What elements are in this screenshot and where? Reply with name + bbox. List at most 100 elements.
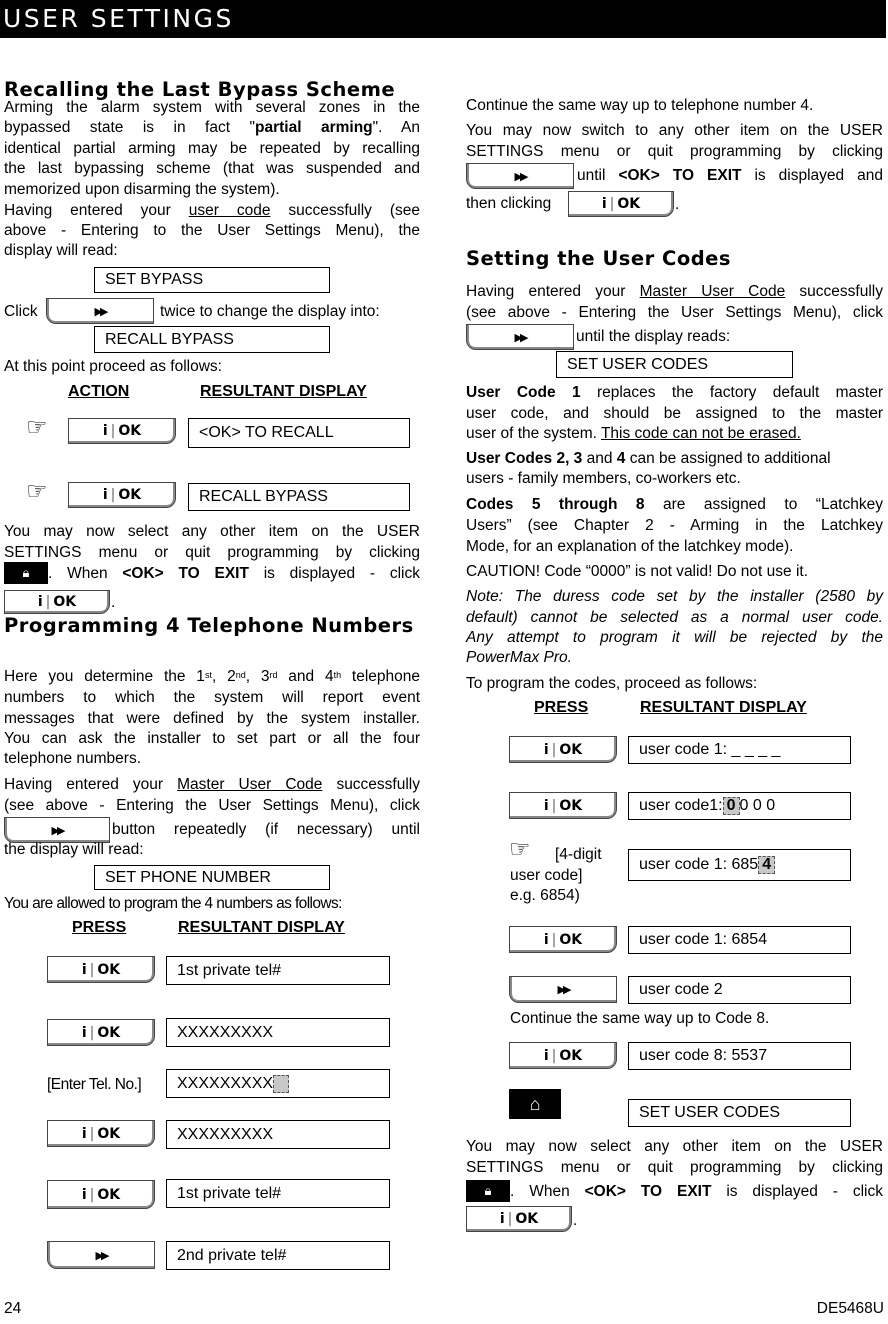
uc2-line: users - family members, co-workers etc.: [466, 470, 741, 487]
pointing-hand-icon: ☞: [509, 836, 531, 863]
note-line: PowerMax Pro.: [466, 649, 572, 666]
recall-exit-line: . When <OK> TO EXIT is displayed - click: [48, 565, 420, 582]
codes-para-line: (see above - Entering the User Settings …: [466, 304, 883, 321]
section-heading-phone: Programming 4 Telephone Numbers: [4, 614, 414, 637]
lcd-display: user code 1: 6854: [628, 849, 851, 881]
ok-button[interactable]: i | OK: [568, 191, 674, 217]
ok-button[interactable]: i | OK: [509, 792, 617, 819]
lcd-display: XXXXXXXXX: [166, 1120, 390, 1149]
fast-forward-icon: ▶▶: [94, 305, 109, 318]
lcd-display: XXXXXXXXX: [166, 1069, 390, 1098]
ok-button[interactable]: i | OK: [509, 1042, 617, 1069]
ok-button[interactable]: i | OK: [47, 1019, 155, 1046]
phone-para-line: Here you determine the 1st, 2nd, 3rd and…: [4, 668, 421, 685]
codes-para-line: Having entered your Master User Code suc…: [466, 283, 883, 300]
lcd-display: <OK> TO RECALL: [188, 418, 410, 448]
fast-forward-icon: ▶▶: [557, 984, 572, 996]
fast-forward-icon: ▶▶: [95, 1249, 110, 1262]
period: .: [675, 196, 680, 213]
column-header-press: PRESS: [72, 919, 127, 936]
info-ok-icon: i | OK: [601, 196, 641, 212]
next-button[interactable]: ▶▶: [509, 976, 617, 1003]
c5-line: Users” (see Chapter 2 - Arming in the La…: [466, 517, 883, 534]
home-icon: ⌂: [529, 1093, 541, 1114]
enter-tel-label: [Enter Tel. No.]: [47, 1076, 142, 1093]
codes-exit-line: . When <OK> TO EXIT is displayed - click: [510, 1183, 883, 1200]
page-title: USER SETTINGS: [3, 4, 234, 33]
right-para-line: until <OK> TO EXIT is displayed and: [577, 167, 884, 184]
lock-icon: 🔒︎: [22, 565, 30, 580]
info-ok-icon: i | OK: [102, 423, 142, 439]
phone-para-line: messages that were defined by the system…: [4, 710, 420, 727]
column-header-press: PRESS: [534, 699, 589, 716]
codes-para-line: until the display reads:: [576, 328, 731, 345]
lcd-display: 1st private tel#: [166, 1179, 390, 1208]
next-button[interactable]: ▶▶: [46, 298, 154, 324]
note-line: Note: The duress code set by the install…: [466, 588, 883, 605]
ok-button[interactable]: i | OK: [47, 956, 155, 983]
info-ok-icon: i | OK: [543, 797, 583, 814]
ok-button[interactable]: i | OK: [509, 926, 617, 953]
document-id: DE5468U: [816, 1300, 884, 1317]
c5-line: Codes 5 through 8 are assigned to “Latch…: [466, 496, 883, 513]
digit-label: user code]: [510, 867, 583, 884]
info-ok-icon: i | OK: [543, 931, 583, 948]
column-header-result: RESULTANT DISPLAY: [178, 919, 345, 936]
lcd-display: user code 1: _ _ _ _: [628, 736, 851, 764]
lcd-display: SET USER CODES: [628, 1099, 851, 1127]
recall-para2-line: above - Entering to the User Settings Me…: [4, 222, 420, 239]
right-para-line: SETTINGS menu or quit programming by cli…: [466, 143, 883, 160]
lcd-display: user code 8: 5537: [628, 1042, 851, 1070]
away-lock-button[interactable]: 🔒︎: [4, 562, 48, 584]
then-clicking-text: then clicking: [466, 195, 552, 212]
recall-para-line: memorized upon disarming the system).: [4, 181, 280, 198]
ok-button[interactable]: i | OK: [466, 1206, 572, 1232]
phone-para-line: numbers to which the system will report …: [4, 689, 420, 706]
recall-para2-line: display will read:: [4, 242, 118, 259]
cursor-digit: 0: [722, 797, 740, 815]
away-lock-button[interactable]: 🔒︎: [466, 1180, 510, 1202]
recall-para2-line: Having entered your user code successful…: [4, 202, 420, 219]
uc1-line: User Code 1 replaces the factory default…: [466, 384, 884, 401]
lcd-display-set-user-codes: SET USER CODES: [556, 351, 793, 378]
lock-icon: 🔒︎: [484, 1183, 492, 1198]
info-ok-icon: i | OK: [81, 961, 121, 978]
next-button[interactable]: ▶▶: [466, 324, 574, 350]
recall-exit-line: SETTINGS menu or quit programming by cli…: [4, 544, 420, 561]
next-button[interactable]: ▶▶: [466, 163, 574, 189]
ok-button[interactable]: i | OK: [47, 1180, 155, 1209]
info-ok-icon: i | OK: [102, 487, 142, 503]
ok-button[interactable]: i | OK: [68, 418, 176, 444]
digit-label: e.g. 6854): [510, 887, 580, 904]
next-button[interactable]: ▶▶: [47, 1241, 155, 1269]
lcd-display: RECALL BYPASS: [188, 483, 410, 511]
info-ok-icon: i | OK: [499, 1211, 539, 1227]
lcd-display: user code 1: 6854: [628, 926, 851, 954]
info-ok-icon: i | OK: [543, 741, 583, 758]
ok-button[interactable]: i | OK: [47, 1120, 155, 1147]
note-line: Any attempt to program it will be reject…: [466, 629, 883, 646]
lcd-display: 2nd private tel#: [166, 1241, 390, 1270]
recall-exit-line: You may now select any other item on the…: [4, 523, 420, 540]
continue-code-text: Continue the same way up to Code 8.: [510, 1010, 770, 1027]
recall-para-line: Arming the alarm system with several zon…: [4, 99, 420, 116]
info-ok-icon: i | OK: [81, 1186, 121, 1203]
recall-para-line: the last bypassing scheme (that was susp…: [4, 160, 420, 177]
pointing-hand-icon: ☞: [26, 478, 48, 505]
cursor-digit: 4: [758, 856, 776, 874]
column-header-result: RESULTANT DISPLAY: [200, 383, 367, 400]
ok-button[interactable]: i | OK: [4, 590, 110, 614]
page-number: 24: [4, 1300, 22, 1317]
phone-para-line: telephone numbers.: [4, 750, 142, 767]
proceed-text: At this point proceed as follows:: [4, 358, 222, 375]
lcd-display: XXXXXXXXX: [166, 1018, 390, 1047]
ok-button[interactable]: i | OK: [509, 736, 617, 763]
home-button[interactable]: ⌂: [509, 1089, 561, 1119]
cursor-block: [273, 1074, 290, 1093]
page-header: USER SETTINGS: [0, 0, 886, 38]
uc2-line: User Codes 2, 3 and 4 can be assigned to…: [466, 450, 831, 467]
ok-button[interactable]: i | OK: [68, 482, 176, 508]
continue-tel-text: Continue the same way up to telephone nu…: [466, 97, 814, 114]
info-ok-icon: i | OK: [81, 1024, 121, 1041]
digit-label: [4-digit: [555, 846, 602, 863]
